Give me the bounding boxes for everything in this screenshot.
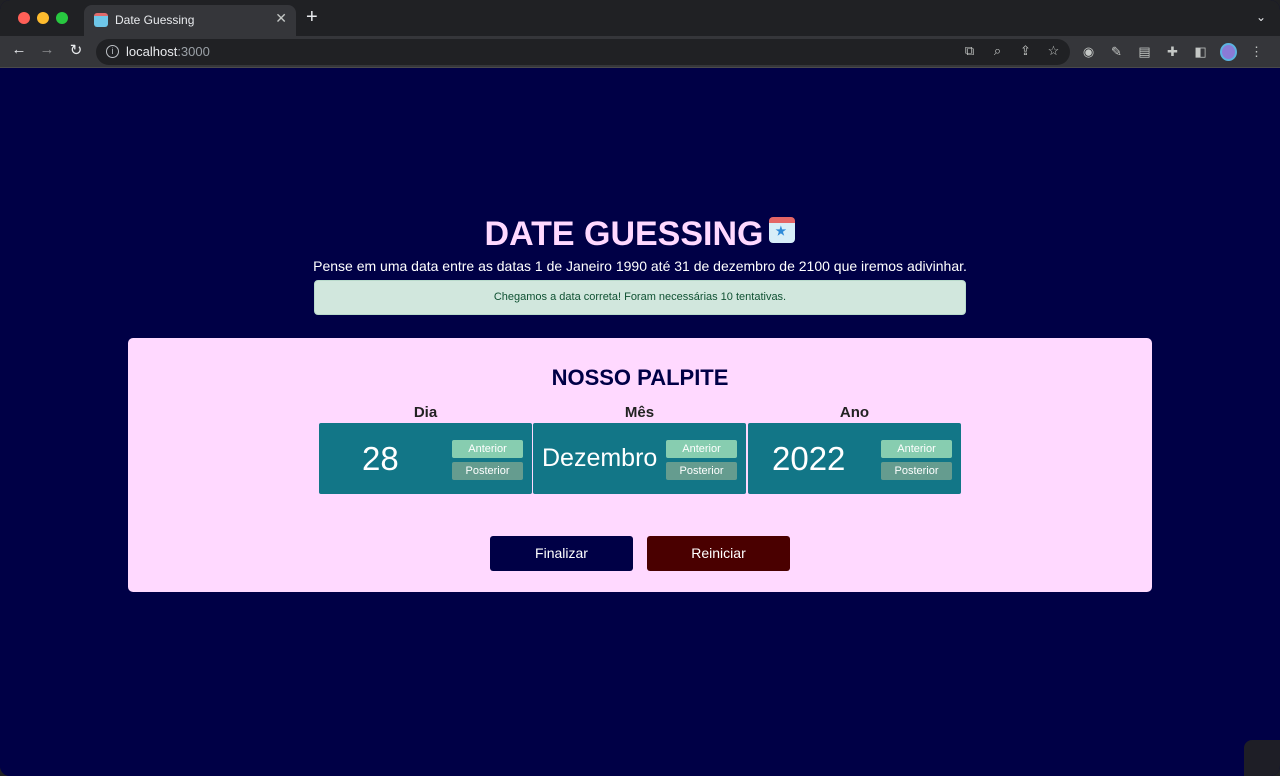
- success-alert: Chegamos a data correta! Foram necessári…: [314, 280, 966, 315]
- puzzle-extensions-icon[interactable]: ✚: [1164, 44, 1181, 60]
- pen-extension-icon[interactable]: ✎: [1108, 44, 1125, 60]
- day-value: 28: [362, 440, 399, 477]
- day-next-button[interactable]: Posterior: [452, 462, 523, 480]
- day-box: 28 Anterior Posterior: [319, 423, 532, 494]
- site-info-icon[interactable]: i: [106, 45, 119, 58]
- reset-button[interactable]: Reiniciar: [647, 536, 790, 571]
- camera-extension-icon[interactable]: ◉: [1080, 44, 1097, 60]
- bookmark-star-icon[interactable]: ☆: [1045, 43, 1062, 59]
- menu-kebab-icon[interactable]: ⋮: [1248, 44, 1265, 60]
- month-box: Dezembro Anterior Posterior: [533, 423, 746, 494]
- guess-card: NOSSO PALPITE Dia 28 Anterior Posterior …: [128, 338, 1152, 592]
- translate-icon[interactable]: ⧉: [961, 43, 978, 59]
- address-bar[interactable]: i localhost:3000 ⧉ ⌕ ⇪ ☆: [96, 39, 1070, 65]
- year-box: 2022 Anterior Posterior: [748, 423, 961, 494]
- close-window-icon[interactable]: [18, 12, 30, 24]
- browser-tab[interactable]: Date Guessing ✕: [84, 5, 296, 36]
- day-prev-button[interactable]: Anterior: [452, 440, 523, 458]
- year-label: Ano: [839, 404, 870, 421]
- url-text: localhost:3000: [126, 44, 210, 59]
- page-content: DATE GUESSING Pense em uma data entre as…: [0, 69, 1280, 776]
- browser-window: Date Guessing ✕ + ⌄ ← → ↻ i localhost:30…: [0, 0, 1280, 776]
- month-next-button[interactable]: Posterior: [666, 462, 737, 480]
- side-panel-icon[interactable]: ◧: [1192, 44, 1209, 60]
- share-icon[interactable]: ⇪: [1017, 43, 1034, 59]
- month-label: Mês: [624, 404, 655, 421]
- maximize-window-icon[interactable]: [56, 12, 68, 24]
- month-value: Dezembro: [542, 444, 658, 472]
- card-title: NOSSO PALPITE: [551, 365, 729, 390]
- month-prev-button[interactable]: Anterior: [666, 440, 737, 458]
- document-extension-icon[interactable]: ▤: [1136, 44, 1153, 60]
- forward-arrow-icon[interactable]: →: [37, 41, 57, 58]
- year-value: 2022: [772, 440, 846, 477]
- zoom-icon[interactable]: ⌕: [989, 43, 1006, 59]
- back-arrow-icon[interactable]: ←: [9, 41, 29, 58]
- extensions-area: ◉ ✎ ▤ ✚ ◧ ⋮: [1080, 43, 1265, 61]
- corner-widget: [1244, 740, 1280, 776]
- calendar-icon: [769, 217, 796, 243]
- tab-search-chevron-icon[interactable]: ⌄: [1256, 10, 1266, 24]
- tab-title: Date Guessing: [115, 13, 195, 27]
- page-subtitle: Pense em uma data entre as datas 1 de Ja…: [313, 258, 967, 274]
- reload-icon[interactable]: ↻: [66, 41, 86, 59]
- browser-toolbar: ← → ↻ i localhost:3000 ⧉ ⌕ ⇪ ☆ ◉ ✎ ▤ ✚ ◧…: [0, 36, 1280, 68]
- page-title: DATE GUESSING: [0, 215, 1280, 254]
- tab-strip: Date Guessing ✕ + ⌄: [0, 0, 1280, 36]
- year-next-button[interactable]: Posterior: [881, 462, 952, 480]
- year-prev-button[interactable]: Anterior: [881, 440, 952, 458]
- minimize-window-icon[interactable]: [37, 12, 49, 24]
- profile-avatar[interactable]: [1220, 43, 1237, 61]
- omnibox-actions: ⧉ ⌕ ⇪ ☆: [961, 43, 1062, 59]
- calendar-favicon-icon: [94, 13, 108, 27]
- new-tab-button[interactable]: +: [306, 7, 318, 27]
- tab-close-icon[interactable]: ✕: [275, 10, 287, 27]
- finalize-button[interactable]: Finalizar: [490, 536, 633, 571]
- day-label: Dia: [413, 404, 438, 421]
